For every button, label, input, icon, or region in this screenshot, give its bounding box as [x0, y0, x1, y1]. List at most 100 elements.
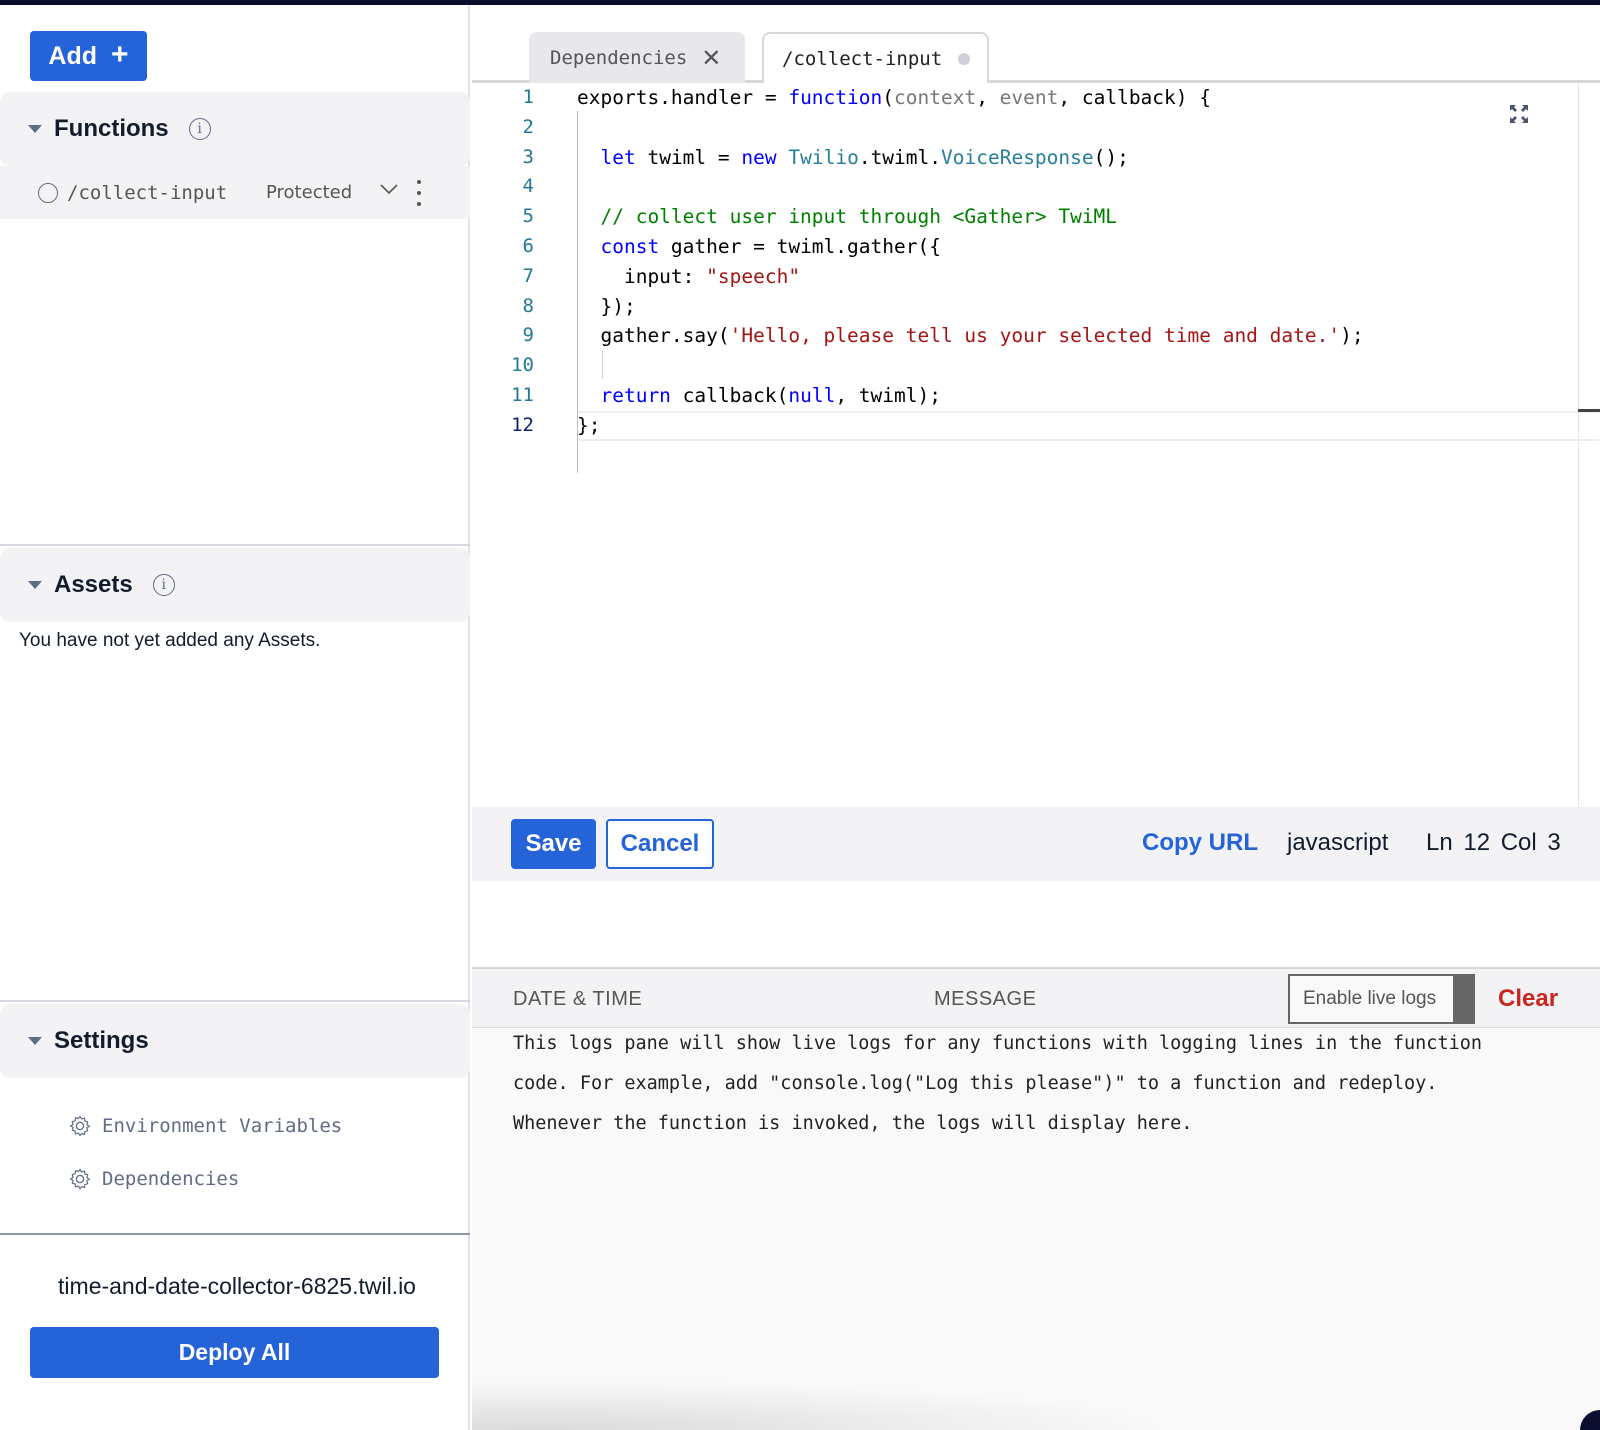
service-domain: time-and-date-collector-6825.twil.io — [58, 1273, 416, 1299]
copy-url-link[interactable]: Copy URL — [1142, 829, 1258, 857]
logs-column-message: MESSAGE — [934, 988, 1037, 1010]
code-token: new — [741, 145, 777, 169]
code-editor[interactable]: 1 2 3 4 5 6 7 8 9 10 11 12 exports.handler = functi… — [472, 83, 1600, 807]
code-token: (); — [1093, 145, 1129, 169]
logs-column-date: DATE & TIME — [513, 988, 643, 1010]
info-icon[interactable]: i — [188, 118, 211, 140]
function-list-item[interactable]: /collect-input Protected — [0, 166, 470, 219]
line-number: 5 — [522, 205, 534, 228]
code-token: // collect user input through <Gather> T… — [577, 205, 1118, 229]
code-token: .twiml. — [858, 145, 942, 169]
gear-icon — [69, 1168, 91, 1190]
deploy-all-button[interactable]: Deploy All — [30, 1327, 439, 1378]
assets-section-header[interactable]: Assets i — [0, 548, 470, 622]
function-visibility: Protected — [266, 182, 353, 203]
code-line[interactable]: // collect user input through <Gather> T… — [577, 205, 1117, 228]
caret-down-icon — [28, 125, 42, 133]
live-logs-label: Enable live logs — [1303, 988, 1437, 1009]
assets-title: Assets — [54, 571, 133, 598]
logs-header: DATE & TIME MESSAGE Enable live logs Cle… — [472, 967, 1600, 1028]
code-token: }); — [577, 294, 636, 318]
code-token: event — [999, 86, 1059, 109]
code-token: gather = twiml.gather({ — [659, 235, 941, 258]
settings-section-header[interactable]: Settings — [0, 1004, 470, 1078]
tab-label: /collect-input — [782, 47, 943, 70]
code-token: return — [600, 384, 671, 407]
language-indicator: javascript — [1287, 829, 1389, 856]
logs-placeholder-line: This logs pane will show live logs for a… — [513, 1033, 1483, 1054]
code-token: let — [600, 145, 636, 169]
close-icon[interactable]: ✕ — [701, 44, 721, 72]
code-token: gather.say( — [577, 324, 730, 348]
code-token: context — [894, 86, 977, 109]
bottom-shadow — [472, 1380, 1172, 1430]
code-token: null — [788, 384, 836, 407]
cursor-position: Ln 12 Col 3 — [1426, 829, 1561, 856]
section-divider — [0, 1233, 470, 1235]
code-line[interactable]: input: "speech" — [577, 265, 800, 288]
code-token: , — [976, 86, 1000, 109]
indent-guide — [602, 351, 603, 379]
plus-icon: + — [111, 37, 129, 71]
settings-item-dependencies[interactable]: Dependencies — [68, 1167, 239, 1191]
code-token: , callback) { — [1058, 86, 1211, 109]
code-token: const — [600, 235, 660, 258]
section-divider — [0, 1000, 470, 1002]
functions-title: Functions — [54, 115, 169, 142]
code-token: , twiml); — [835, 384, 941, 407]
code-line[interactable]: }; — [577, 414, 600, 437]
code-token: 'Hello, please tell us your selected tim… — [729, 324, 1341, 348]
code-line[interactable]: exports.handler = function(context, even… — [577, 86, 1211, 109]
code-token: ); — [1340, 324, 1364, 348]
code-line[interactable]: return callback(null, twiml); — [577, 384, 941, 407]
line-number: 8 — [522, 294, 534, 317]
add-button-label: Add — [48, 41, 98, 70]
assets-empty-message: You have not yet added any Assets. — [19, 630, 321, 651]
save-button[interactable]: Save — [511, 819, 596, 869]
cancel-button[interactable]: Cancel — [606, 819, 714, 869]
function-status-radio[interactable] — [38, 182, 58, 203]
clear-logs-button[interactable]: Clear — [1498, 985, 1558, 1013]
chevron-down-icon[interactable] — [378, 178, 400, 200]
code-line[interactable]: let twiml = new Twilio.twiml.VoiceRespon… — [577, 145, 1129, 169]
section-divider — [0, 544, 470, 546]
tab-dependencies[interactable]: Dependencies ✕ — [529, 32, 745, 83]
code-token: ( — [882, 86, 894, 109]
code-line[interactable]: const gather = twiml.gather({ — [577, 235, 941, 258]
gear-icon — [69, 1115, 91, 1137]
caret-down-icon — [28, 1037, 42, 1045]
code-line[interactable]: }); — [577, 294, 636, 318]
code-token: exports.handler = — [577, 86, 789, 109]
live-logs-toggle[interactable]: Enable live logs — [1288, 974, 1475, 1024]
tab-collect-input[interactable]: /collect-input — [762, 32, 989, 86]
settings-title: Settings — [54, 1027, 149, 1054]
editor-action-bar: Save Cancel Copy URL javascript Ln 12 Co… — [472, 807, 1600, 881]
expand-icon[interactable] — [1508, 103, 1530, 125]
line-number: 4 — [522, 175, 534, 198]
code-token: VoiceResponse — [941, 145, 1094, 169]
functions-section-header[interactable]: Functions i — [0, 92, 470, 166]
line-number: 12 — [511, 413, 534, 436]
more-options-icon[interactable] — [415, 180, 423, 206]
code-token: "speech" — [706, 264, 801, 288]
minimap-edge — [1578, 83, 1579, 807]
settings-item-label: Dependencies — [102, 1168, 240, 1190]
logs-placeholder-line: Whenever the function is invoked, the lo… — [513, 1113, 1193, 1134]
settings-item-environment-variables[interactable]: Environment Variables — [68, 1114, 342, 1138]
logs-pane: This logs pane will show live logs for a… — [472, 1028, 1600, 1430]
code-token: }; — [577, 413, 601, 437]
unsaved-dot-icon[interactable] — [958, 52, 971, 65]
scrollbar-slider[interactable] — [1578, 409, 1600, 412]
line-number: 1 — [522, 86, 534, 108]
line-number: 10 — [511, 354, 534, 377]
logs-placeholder-line: code. For example, add "console.log("Log… — [513, 1073, 1438, 1094]
info-icon[interactable]: i — [152, 574, 175, 596]
line-number: 9 — [522, 324, 534, 347]
add-button[interactable]: Add + — [30, 31, 147, 81]
tab-label: Dependencies — [550, 46, 688, 69]
code-line[interactable]: gather.say('Hello, please tell us your s… — [577, 324, 1364, 348]
